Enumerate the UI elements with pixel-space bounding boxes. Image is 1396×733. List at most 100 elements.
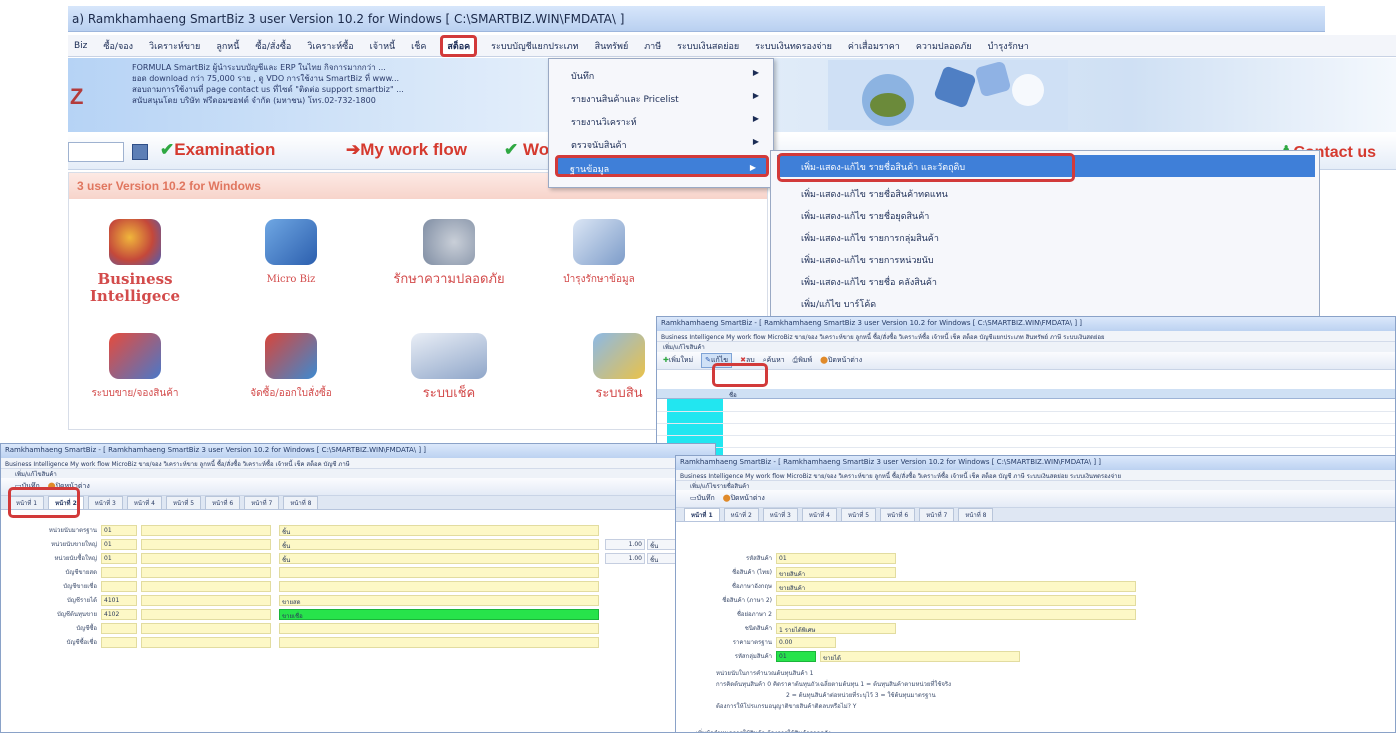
form-row: บัญชีต้นทุนขาย 4102 ขายเชื่อ [11, 608, 599, 620]
module-sales[interactable]: ระบบขาย/จองสินค้า [65, 333, 205, 402]
module-business-intelligence[interactable]: Business Intelligece [65, 219, 205, 305]
code-field[interactable] [101, 636, 137, 648]
menu-item-product-report[interactable]: รายงานสินค้าและ Pricelist ▶ [555, 86, 769, 108]
value-field[interactable]: ชิ้น [279, 538, 599, 550]
add-button[interactable]: ✚เพิ่มใหม่ [663, 355, 693, 366]
name-field[interactable] [141, 594, 271, 606]
code-field[interactable]: 01 [101, 538, 137, 550]
field-input[interactable]: ขายสินค้า [776, 566, 896, 578]
tab[interactable]: หน้าที่ 3 [87, 496, 123, 509]
field-input[interactable]: ขายสินค้า [776, 580, 1136, 592]
menu-item-database[interactable]: ฐานข้อมูล ▶ [555, 155, 769, 177]
tab[interactable]: หน้าที่ 4 [126, 496, 162, 509]
value-field[interactable] [279, 566, 599, 578]
value-field[interactable]: ชิ้น [279, 524, 599, 536]
name-field[interactable] [141, 636, 271, 648]
module-micro-biz[interactable]: Micro Biz [221, 219, 361, 288]
name-field[interactable] [141, 608, 271, 620]
value-field[interactable] [279, 636, 599, 648]
menu-item[interactable]: ความปลอดภัย [914, 37, 974, 55]
code-field[interactable]: 4102 [101, 608, 137, 620]
menu-item[interactable]: สต็อค [440, 34, 478, 57]
menu-item[interactable]: ภาษี [642, 37, 663, 55]
module-purchase[interactable]: จัดซื้อ/ออกใบสั่งซื้อ [221, 333, 361, 402]
value-field[interactable] [279, 580, 599, 592]
my-work-flow-link[interactable]: ➔My work flow [346, 140, 467, 160]
close-window-button[interactable]: ⬤ปิดหน้าต่าง [723, 493, 765, 504]
field-extra[interactable]: ขายได้ [820, 650, 1020, 662]
submenu-item-barcode[interactable]: เพิ่ม/แก้ไข บาร์โค้ด [771, 291, 1321, 313]
quantity-field[interactable]: 1.00 [605, 538, 645, 550]
value-field[interactable]: ขายเชื่อ [279, 608, 599, 620]
menu-item-analysis-report[interactable]: รายงานวิเคราะห์ ▶ [555, 109, 769, 131]
print-button[interactable]: ⎙พิมพ์ [793, 355, 812, 366]
save-button[interactable]: ▭บันทึก [682, 493, 715, 504]
field-input[interactable] [776, 594, 1136, 606]
menu-item[interactable]: ค่าเสื่อมราคา [846, 37, 902, 55]
name-field[interactable] [141, 622, 271, 634]
menu-item[interactable]: ซื้อ/จอง [101, 37, 135, 55]
value-field[interactable] [279, 622, 599, 634]
field-input[interactable]: 1 รายได้พิเศษ [776, 622, 896, 634]
submenu-item-set[interactable]: เพิ่ม-แสดง-แก้ไข รายชื่อยุดสินค้า [771, 203, 1321, 225]
wo-link[interactable]: ✔ Wo [504, 140, 549, 160]
code-field[interactable] [101, 580, 137, 592]
tab[interactable]: หน้าที่ 6 [880, 508, 916, 521]
module-maintenance[interactable]: บำรุงรักษาข้อมูล [529, 219, 669, 288]
toolstrip-search-input[interactable] [68, 142, 124, 162]
menu-item[interactable]: เช็ค [409, 37, 428, 55]
menu-item[interactable]: เจ้าหนี้ [368, 37, 398, 55]
module-cheque[interactable]: ระบบเช็ค [379, 333, 519, 402]
name-field[interactable] [141, 566, 271, 578]
menu-item[interactable]: วิเคราะห์ซื้อ [305, 37, 355, 55]
code-field[interactable]: 01 [101, 552, 137, 564]
code-field[interactable] [101, 622, 137, 634]
tab[interactable]: หน้าที่ 8 [958, 508, 994, 521]
name-field[interactable] [141, 524, 271, 536]
tab[interactable]: หน้าที่ 5 [165, 496, 202, 509]
menu-item[interactable]: สินทรัพย์ [593, 37, 631, 55]
product-grid[interactable]: ชื่อ [657, 389, 1395, 461]
menu-item[interactable]: ระบบเงินสดย่อย [675, 37, 741, 55]
menu-item[interactable]: ซื้อ/สั่งซื้อ [253, 37, 293, 55]
grid-icon[interactable] [132, 144, 148, 160]
tab[interactable]: หน้าที่ 7 [244, 496, 280, 509]
name-field[interactable] [141, 552, 271, 564]
tab[interactable]: หน้าที่ 2 [723, 508, 759, 521]
menu-item[interactable]: บำรุงรักษา [986, 37, 1031, 55]
examination-link[interactable]: ✔Examination [160, 140, 275, 160]
menu-item-stock-count[interactable]: ตรวจนับสินค้า ▶ [555, 132, 769, 154]
submenu-item-group[interactable]: เพิ่ม-แสดง-แก้ไข รายการกลุ่มสินค้า [771, 225, 1321, 247]
module-security[interactable]: รักษาความปลอดภัย [379, 219, 519, 288]
tab[interactable]: หน้าที่ 1 [684, 508, 720, 521]
menu-item[interactable]: วิเคราะห์ขาย [147, 37, 202, 55]
field-input[interactable] [776, 608, 1136, 620]
tab[interactable]: หน้าที่ 8 [283, 496, 319, 509]
name-field[interactable] [141, 538, 271, 550]
submenu-item-substitute[interactable]: เพิ่ม-แสดง-แก้ไข รายชื่อสินค้าทดแทน [771, 181, 1321, 203]
grid-line [657, 423, 1395, 424]
tab[interactable]: หน้าที่ 4 [801, 508, 837, 521]
quantity-field[interactable]: 1.00 [605, 552, 645, 564]
name-field[interactable] [141, 580, 271, 592]
menu-item[interactable]: ลูกหนี้ [214, 37, 241, 55]
menu-item[interactable]: ระบบบัญชีแยกประเภท [489, 37, 580, 55]
code-field[interactable]: 4101 [101, 594, 137, 606]
submenu-item-unit[interactable]: เพิ่ม-แสดง-แก้ไข รายการหน่วยนับ [771, 247, 1321, 269]
field-input[interactable]: 0.00 [776, 636, 836, 648]
field-input[interactable]: 01 [776, 552, 896, 564]
menu-item[interactable]: Biz [72, 39, 89, 53]
tab[interactable]: หน้าที่ 3 [762, 508, 798, 521]
tab[interactable]: หน้าที่ 6 [205, 496, 241, 509]
submenu-item-warehouse[interactable]: เพิ่ม-แสดง-แก้ไข รายชื่อ คลังสินค้า [771, 269, 1321, 291]
menu-item-record[interactable]: บันทึก ▶ [555, 63, 769, 85]
code-field[interactable] [101, 566, 137, 578]
menu-item[interactable]: ระบบเงินทดรองจ่าย [753, 37, 834, 55]
value-field[interactable]: ชิ้น [279, 552, 599, 564]
tab[interactable]: หน้าที่ 7 [919, 508, 955, 521]
field-input[interactable]: 01 [776, 650, 816, 662]
code-field[interactable]: 01 [101, 524, 137, 536]
value-field[interactable]: ขายสด [279, 594, 599, 606]
tab[interactable]: หน้าที่ 5 [840, 508, 877, 521]
close-window-button[interactable]: ⬤ปิดหน้าต่าง [820, 355, 862, 366]
